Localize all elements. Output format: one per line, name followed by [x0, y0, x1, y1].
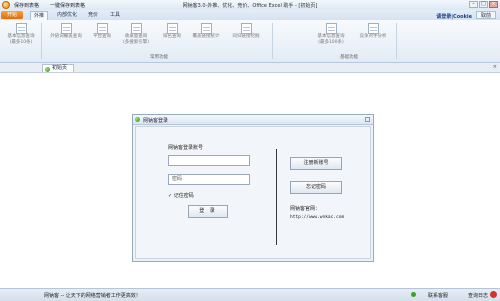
- ribbon-button-label: 收录量查询 (多搜索引擎): [122, 34, 149, 45]
- link-icon: [200, 23, 212, 34]
- ribbon-button-label: 基本信息查询 (最多100条): [317, 34, 345, 45]
- ribbon-competitor-analysis-button[interactable]: 竞争对手分析: [356, 23, 390, 40]
- maximize-button[interactable]: □: [479, 1, 488, 8]
- remember-password-label: 记住密码: [173, 193, 194, 199]
- rank-icon: [166, 23, 178, 34]
- status-bar: 网钠客 -- 让天下的网络营销者工作更高效！ 联系客服 查询日志: [0, 288, 500, 301]
- remember-password-checkbox[interactable]: ✓ 记住密码: [168, 192, 194, 199]
- dialog-body: 网钠客登录账号 密码 ✓ 记住密码 登 录 注册新账号 忘记密码 网钠客官网： …: [135, 126, 371, 259]
- login-status-link[interactable]: 请登录|Cookie: [436, 13, 472, 20]
- tab-bidding[interactable]: 竞价: [84, 11, 102, 20]
- account-label: 网钠客登录账号: [168, 145, 204, 151]
- checkmark-icon: ✓: [168, 193, 173, 199]
- ribbon-right-button[interactable]: 取前: [476, 11, 496, 19]
- trend-icon: [367, 23, 379, 34]
- ribbon-rank-query-button[interactable]: 排名查询: [158, 23, 186, 40]
- ribbon-button-label: 同归链接挖掘: [232, 34, 260, 39]
- query-log-link[interactable]: 查询日志: [468, 292, 488, 299]
- ribbon-index-query-button[interactable]: 收录量查询 (多搜索引擎): [118, 23, 154, 45]
- search-engine-icon: [130, 23, 142, 34]
- ribbon-link-mining-button[interactable]: 同归链接挖掘: [228, 23, 264, 40]
- ribbon-tab-row: 开始 外推 内部优化 竞价 工具 请登录|Cookie 取前: [0, 10, 500, 20]
- tab-tools[interactable]: 工具: [106, 11, 124, 20]
- table-icon: [15, 23, 27, 34]
- dialog-title-bar: 网钠客登录: [133, 115, 373, 125]
- ribbon-platform-query-button[interactable]: 平台查询: [88, 23, 116, 40]
- close-tab-icon[interactable]: ×: [493, 64, 497, 70]
- support-icon: [411, 292, 416, 297]
- group-separator: [272, 23, 273, 59]
- doc-tab-label: 初始页: [52, 65, 68, 71]
- home-icon: [45, 66, 50, 72]
- ribbon-panel: 基本信息查询 (最多10条) 外链词覆盖查询 平台查询 收录量查询 (多搜索引擎) …: [0, 20, 500, 63]
- tab-internal-optimize[interactable]: 内部优化: [52, 11, 82, 20]
- window-title: 网钠客3.0-外推、优化、竞价、Office Excel 助手 - [初始页]: [182, 3, 318, 9]
- dialog-maximize-icon[interactable]: [365, 117, 370, 122]
- ribbon-backlink-coverage-button[interactable]: 外链词覆盖查询: [46, 23, 86, 40]
- window-controls: – □ ×: [469, 1, 498, 8]
- chart-icon: [60, 23, 72, 34]
- ribbon-button-label: 竞争对手分析: [359, 34, 387, 39]
- login-dialog: 网钠客登录 网钠客登录账号 密码 ✓ 记住密码 登 录 注册新账号 忘记密码 网…: [132, 114, 374, 262]
- close-button[interactable]: ×: [489, 1, 498, 8]
- document-tab-row: 初始页 ×: [0, 63, 500, 73]
- forgot-password-button[interactable]: 忘记密码: [290, 181, 342, 194]
- tab-external[interactable]: 外推: [30, 11, 48, 20]
- contact-support-link[interactable]: 联系客服: [428, 292, 448, 299]
- dialog-divider: [276, 149, 277, 245]
- website-link[interactable]: http://www.wnkac.com: [290, 215, 344, 220]
- ribbon-link-stats-button[interactable]: 覆盖链接统计: [188, 23, 224, 40]
- website-label: 网钠客官网：: [290, 206, 321, 212]
- ribbon-basic-info-10-button[interactable]: 基本信息查询 (最多10条): [4, 23, 38, 45]
- list-icon: [96, 23, 108, 34]
- group-separator: [396, 23, 397, 59]
- table-icon: [325, 23, 337, 34]
- doc-tab-home[interactable]: 初始页: [42, 64, 74, 72]
- ribbon-basic-info-100-button[interactable]: 基本信息查询 (最多100条): [312, 23, 350, 45]
- mining-icon: [240, 23, 252, 34]
- minimize-button[interactable]: –: [469, 1, 478, 8]
- ribbon-button-label: 排名查询: [163, 34, 181, 39]
- app-logo-icon: [135, 117, 140, 122]
- group-caption-basic: 基础功能: [340, 55, 358, 60]
- group-separator: [41, 23, 42, 59]
- group-caption-common: 常用功能: [150, 55, 168, 60]
- dialog-title: 网钠客登录: [143, 118, 169, 124]
- status-message: 网钠客 -- 让天下的网络营销者工作更高效！: [44, 293, 141, 299]
- login-button[interactable]: 登 录: [188, 205, 228, 218]
- ribbon-button-label: 基本信息查询 (最多10条): [7, 34, 35, 45]
- ribbon-button-label: 平台查询: [93, 34, 111, 39]
- alert-icon[interactable]: [490, 291, 497, 298]
- register-button[interactable]: 注册新账号: [290, 157, 342, 170]
- ribbon-button-label: 外链词覆盖查询: [50, 34, 82, 39]
- file-menu-button[interactable]: 开始: [1, 11, 23, 19]
- password-input[interactable]: 密码: [168, 174, 250, 185]
- ribbon-button-label: 覆盖链接统计: [192, 34, 220, 39]
- account-input[interactable]: [168, 155, 250, 166]
